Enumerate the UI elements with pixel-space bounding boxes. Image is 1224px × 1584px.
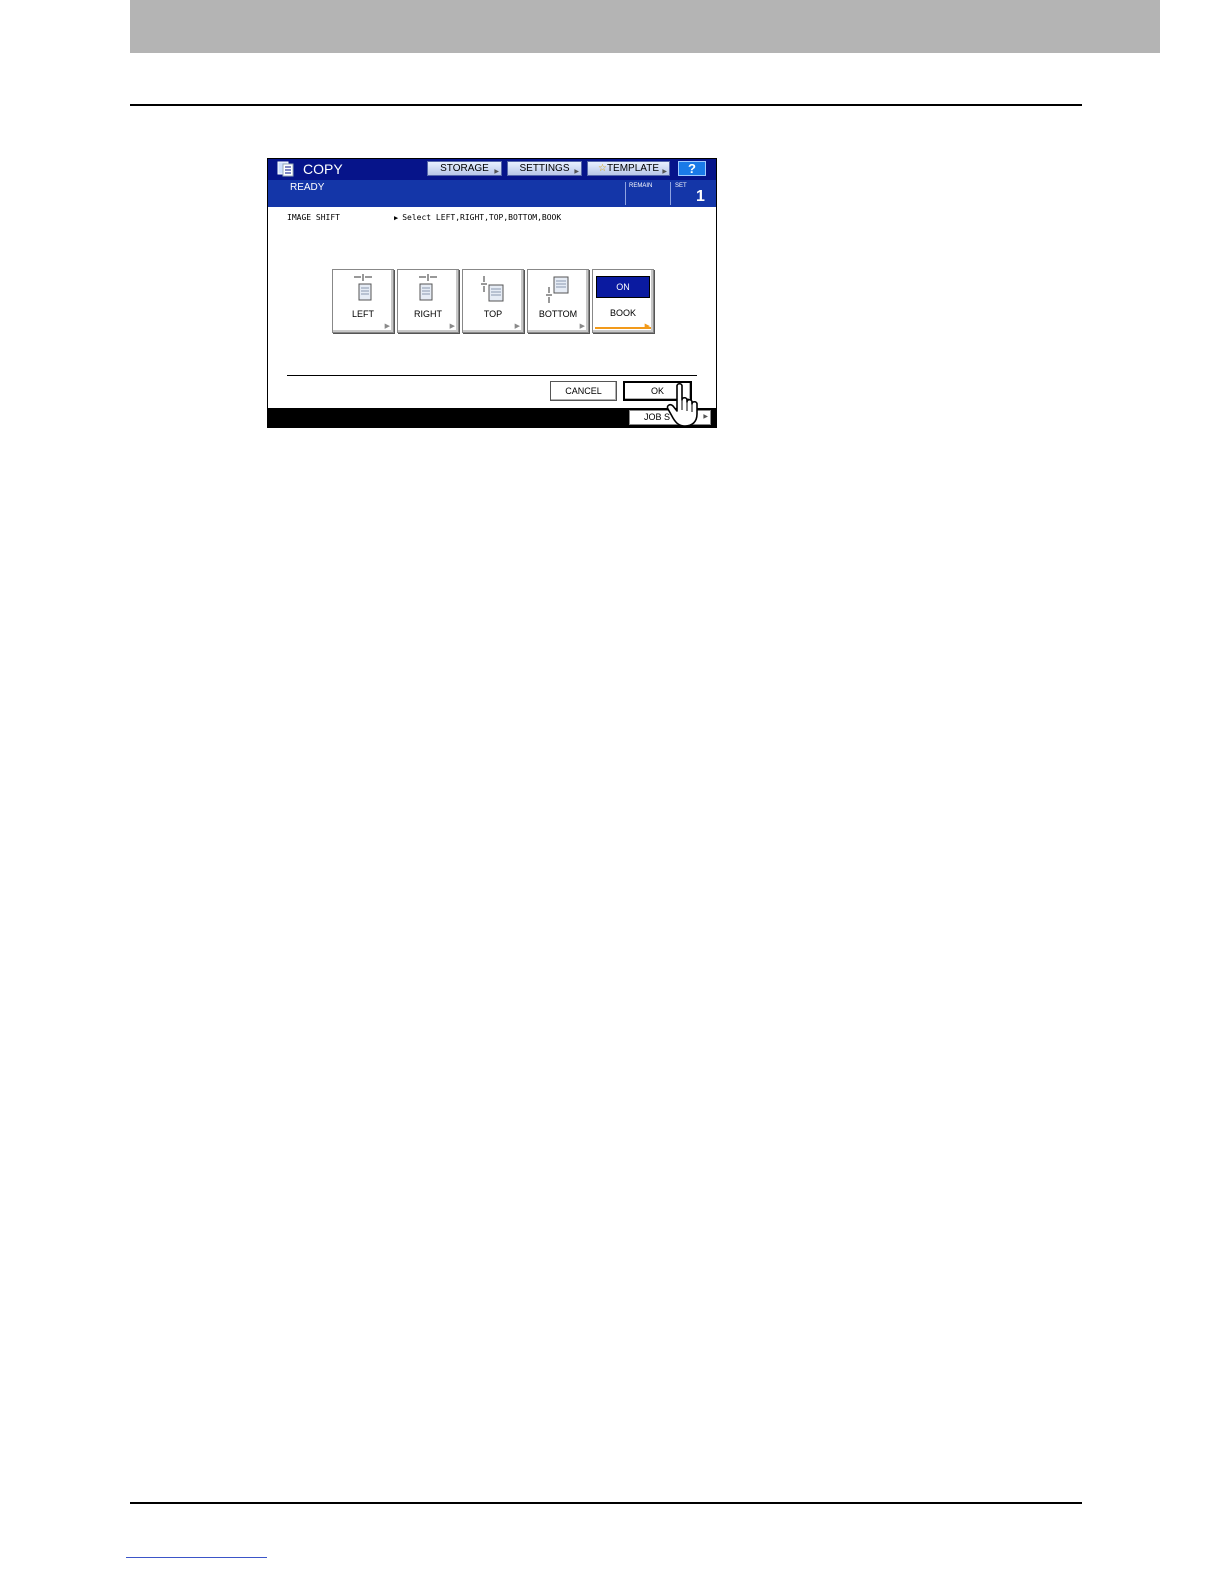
bottom-bar: JOB S ▶: [268, 408, 716, 427]
set-count: 1: [696, 188, 705, 205]
corner-arrow-icon: ▶: [514, 323, 520, 330]
status-divider: [670, 182, 671, 205]
corner-arrow-icon: ▶: [494, 169, 499, 175]
shift-top-button[interactable]: TOP ▶: [462, 269, 524, 333]
set-label: SET: [675, 183, 687, 189]
shift-book-button[interactable]: ON BOOK ▶: [592, 269, 654, 333]
storage-button[interactable]: STORAGE ▶: [427, 161, 502, 176]
template-button-label: TEMPLATE: [606, 163, 659, 174]
pointer-triangle-icon: ▶: [394, 214, 399, 222]
settings-button-label: SETTINGS: [519, 163, 570, 174]
cancel-button-label: CANCEL: [565, 386, 602, 396]
copy-app-icon: [277, 161, 294, 177]
corner-arrow-icon: ▶: [574, 169, 579, 175]
on-state-badge: ON: [596, 276, 650, 298]
cancel-button[interactable]: CANCEL: [550, 381, 617, 401]
footer-link-underline[interactable]: [126, 1557, 267, 1558]
shift-book-label: BOOK: [609, 308, 636, 318]
corner-arrow-icon: ▶: [644, 323, 650, 330]
hand-pointer-icon: [666, 382, 698, 427]
page-top-icon: [481, 276, 504, 302]
star-icon: ☆: [597, 163, 607, 174]
settings-button[interactable]: SETTINGS ▶: [507, 161, 582, 176]
corner-arrow-icon: ▶: [703, 414, 708, 420]
status-bar: READY REMAIN SET 1: [268, 180, 716, 207]
template-button[interactable]: ☆TEMPLATE ▶: [587, 161, 670, 176]
corner-arrow-icon: ▶: [662, 169, 667, 175]
corner-arrow-icon: ▶: [384, 323, 390, 330]
help-icon: ?: [688, 161, 696, 176]
corner-arrow-icon: ▶: [449, 323, 455, 330]
page-header-band: [130, 0, 1160, 53]
page-left-icon: [354, 274, 372, 301]
shift-top-label: TOP: [483, 309, 503, 319]
shift-bottom-button[interactable]: BOTTOM ▶: [527, 269, 589, 333]
section-label: IMAGE SHIFT: [287, 213, 340, 222]
storage-button-label: STORAGE: [440, 163, 489, 174]
instruction-label: Select LEFT,RIGHT,TOP,BOTTOM,BOOK: [402, 213, 562, 222]
shift-right-button[interactable]: RIGHT ▶: [397, 269, 459, 333]
corner-arrow-icon: ▶: [579, 323, 585, 330]
status-divider: [625, 182, 626, 205]
instruction-text: ▶ Select LEFT,RIGHT,TOP,BOTTOM,BOOK: [394, 213, 561, 222]
header-rule: [130, 104, 1082, 106]
page-right-icon: [419, 274, 437, 301]
app-title: COPY: [303, 161, 343, 177]
panel-divider: [287, 375, 697, 376]
shift-right-label: RIGHT: [414, 309, 442, 319]
remain-label: REMAIN: [629, 183, 653, 189]
machine-status: READY: [290, 182, 325, 193]
help-button[interactable]: ?: [678, 161, 706, 176]
ok-button-label: OK: [650, 386, 664, 396]
shift-bottom-label: BOTTOM: [538, 309, 578, 319]
copy-panel-screenshot: COPY STORAGE ▶ SETTINGS ▶ ☆TEMPLATE ▶ ? …: [267, 158, 717, 428]
shift-left-button[interactable]: LEFT ▶: [332, 269, 394, 333]
footer-rule: [130, 1502, 1082, 1504]
title-bar: COPY STORAGE ▶ SETTINGS ▶ ☆TEMPLATE ▶ ?: [268, 159, 716, 180]
page-bottom-icon: [546, 276, 569, 303]
shift-left-label: LEFT: [351, 309, 374, 319]
selected-indicator: [595, 327, 651, 329]
